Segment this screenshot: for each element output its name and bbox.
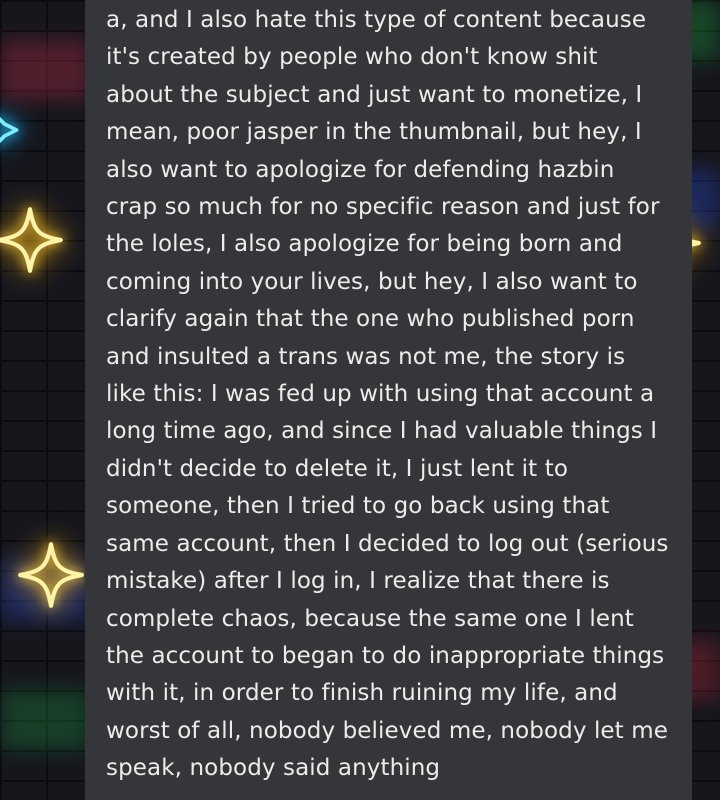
sparkle-star-icon — [0, 207, 63, 273]
red-neon-glow — [0, 40, 90, 100]
sparkle-star-icon — [18, 542, 84, 608]
message-card: a, and I also hate this type of content … — [85, 0, 692, 800]
message-text: a, and I also hate this type of content … — [106, 7, 669, 782]
neon-star-icon — [0, 116, 19, 144]
left-brick-wallpaper — [0, 0, 90, 800]
green-neon-glow — [0, 690, 90, 750]
